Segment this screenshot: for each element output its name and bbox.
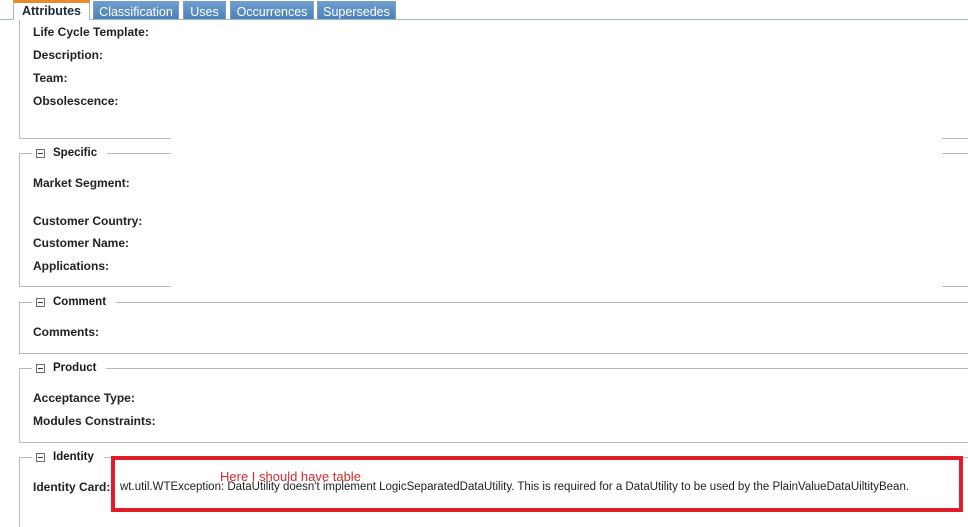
tab-classification[interactable]: Classification [93, 1, 179, 19]
redacted-area [171, 284, 942, 290]
collapse-icon[interactable] [36, 363, 45, 373]
comment-legend[interactable]: Comment [32, 295, 117, 309]
comment-section: Comment [19, 295, 968, 354]
identity-legend[interactable]: Identity [32, 450, 104, 464]
product-title: Product [53, 362, 97, 374]
acceptance-type-label: Acceptance Type: [33, 391, 135, 405]
tab-bar: Attributes Classification Uses Occurrenc… [0, 0, 968, 20]
tab-occurrences[interactable]: Occurrences [230, 1, 314, 19]
redacted-area [171, 127, 942, 155]
comments-label: Comments: [33, 325, 100, 339]
specific-section: Specific [19, 146, 968, 287]
specific-legend[interactable]: Specific [32, 146, 108, 160]
tab-attributes[interactable]: Attributes [13, 0, 90, 20]
identity-title: Identity [53, 451, 94, 463]
general-attributes-section [19, 20, 968, 139]
modules-constraints-label: Modules Constraints: [33, 414, 156, 428]
life-cycle-template-label: Life Cycle Template: [33, 25, 149, 39]
annotation-note: Here I should have table [220, 469, 361, 484]
tab-uses[interactable]: Uses [183, 1, 226, 19]
market-segment-label: Market Segment: [33, 176, 130, 190]
comment-title: Comment [53, 296, 107, 308]
description-label: Description: [33, 48, 104, 62]
applications-label: Applications: [33, 259, 110, 273]
product-section: Product [19, 361, 968, 443]
product-legend[interactable]: Product [32, 361, 107, 375]
specific-title: Specific [53, 147, 98, 159]
identity-card-label: Identity Card: [33, 480, 111, 494]
annotation-highlight-box [111, 456, 963, 512]
customer-name-label: Customer Name: [33, 236, 130, 250]
collapse-icon[interactable] [36, 452, 45, 462]
customer-country-label: Customer Country: [33, 214, 143, 228]
collapse-icon[interactable] [36, 297, 45, 307]
team-label: Team: [33, 71, 68, 85]
obsolescence-label: Obsolescence: [33, 94, 119, 108]
collapse-icon[interactable] [36, 148, 45, 158]
tab-supersedes[interactable]: Supersedes [317, 1, 396, 19]
